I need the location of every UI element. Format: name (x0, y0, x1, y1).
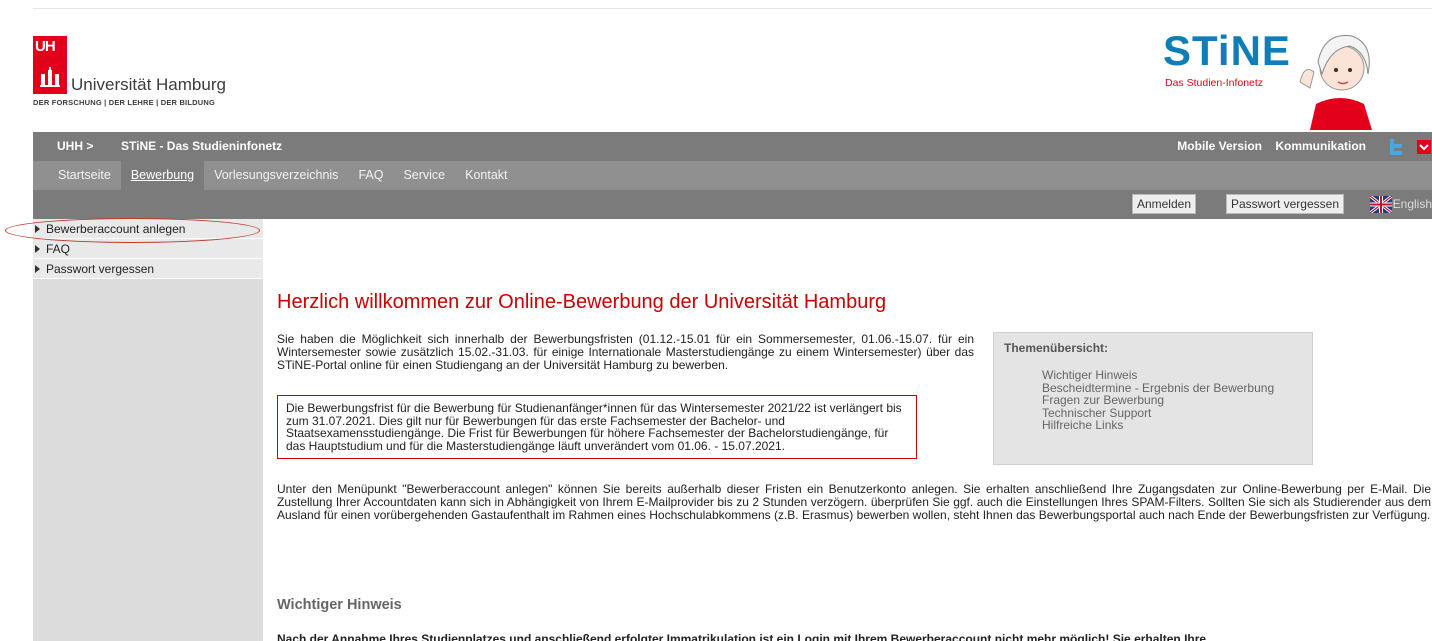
topic-link-questions[interactable]: Fragen zur Bewerbung (1004, 394, 1302, 407)
breadcrumb-root[interactable]: UHH > (57, 132, 93, 161)
stine-wordmark: STiNE (1163, 27, 1291, 74)
account-bar: Anmelden Passwort vergessen English (33, 190, 1432, 219)
nav-service[interactable]: Service (393, 161, 455, 190)
sidebar-item-forgot-password[interactable]: Passwort vergessen (33, 259, 263, 279)
nav-startseite[interactable]: Startseite (33, 161, 121, 190)
account-info-text: Unter den Menüpunkt "Bewerberaccount anl… (277, 482, 1431, 522)
sidebar: Bewerberaccount anlegen FAQ Passwort ver… (33, 219, 263, 641)
top-bar: UHH > STiNE - Das Studieninfonetz Mobile… (33, 132, 1432, 161)
caret-right-icon (35, 225, 40, 234)
uk-flag-icon[interactable] (1370, 196, 1392, 213)
important-note-end: mehr möglich! Sie erhalten Ihre (1023, 632, 1207, 641)
sidebar-item-create-account[interactable]: Bewerberaccount anlegen (33, 219, 263, 239)
nav-kontakt[interactable]: Kontakt (455, 161, 517, 190)
mobile-version-link[interactable]: Mobile Version (1177, 139, 1262, 153)
sidebar-item-label: Passwort vergessen (46, 262, 155, 276)
gate-icon (40, 67, 60, 87)
communication-link[interactable]: Kommunikation (1275, 139, 1366, 153)
deadline-notice: Die Bewerbungsfrist für die Bewerbung fü… (277, 395, 917, 459)
english-link[interactable]: English (1393, 190, 1432, 219)
topics-box: Themenübersicht: Wichtiger Hinweis Besch… (993, 332, 1313, 465)
caret-right-icon (35, 265, 40, 274)
forgot-password-button[interactable]: Passwort vergessen (1225, 194, 1344, 214)
important-note-start: Nach der Annahme Ihres Studienplatzes un… (277, 632, 995, 641)
nav-bewerbung[interactable]: Bewerbung (120, 161, 205, 190)
university-name: Universität Hamburg (71, 75, 226, 94)
section-heading-important: Wichtiger Hinweis (277, 597, 402, 613)
topic-link-helpful[interactable]: Hilfreiche Links (1004, 419, 1302, 432)
stine-subtitle: Das Studien-Infonetz (1165, 77, 1264, 89)
logo-mark: UH (33, 36, 67, 94)
main-nav: Startseite Bewerbung Vorlesungsverzeichn… (33, 161, 518, 190)
caret-right-icon (35, 245, 40, 254)
chevron-down-icon[interactable] (1417, 140, 1431, 154)
sidebar-item-faq[interactable]: FAQ (33, 239, 263, 259)
important-note-emphasis: nicht (994, 632, 1024, 641)
top-links: Mobile Version Kommunikation (1167, 132, 1366, 161)
stine-logo[interactable]: STiNE Das Studien-Infonetz (1160, 22, 1432, 130)
nav-vorlesungsverzeichnis[interactable]: Vorlesungsverzeichnis (204, 161, 348, 190)
nav-faq[interactable]: FAQ (348, 161, 393, 190)
topic-link-important[interactable]: Wichtiger Hinweis (1004, 369, 1302, 382)
breadcrumb-current[interactable]: STiNE - Das Studieninfonetz (121, 132, 282, 161)
logo-short: UH (35, 38, 56, 55)
page-title: Herzlich willkommen zur Online-Bewerbung… (277, 291, 887, 313)
twitter-icon[interactable] (1390, 139, 1404, 155)
intro-text: Sie haben die Möglichkeit sich innerhalb… (277, 332, 974, 373)
top-divider (33, 8, 1432, 9)
sidebar-item-label: Bewerberaccount anlegen (46, 222, 186, 236)
main-nav-bar: Startseite Bewerbung Vorlesungsverzeichn… (33, 161, 1432, 190)
topics-title: Themenübersicht: (1004, 341, 1109, 355)
important-note: Nach der Annahme Ihres Studienplatzes un… (277, 632, 1431, 641)
university-tagline: DER FORSCHUNG | DER LEHRE | DER BILDUNG (33, 98, 216, 107)
sidebar-item-label: FAQ (46, 242, 71, 256)
login-button[interactable]: Anmelden (1131, 194, 1196, 214)
mascot-icon (1299, 35, 1372, 130)
university-logo[interactable]: UH Universität Hamburg DER FORSCHUNG | D… (33, 36, 298, 116)
